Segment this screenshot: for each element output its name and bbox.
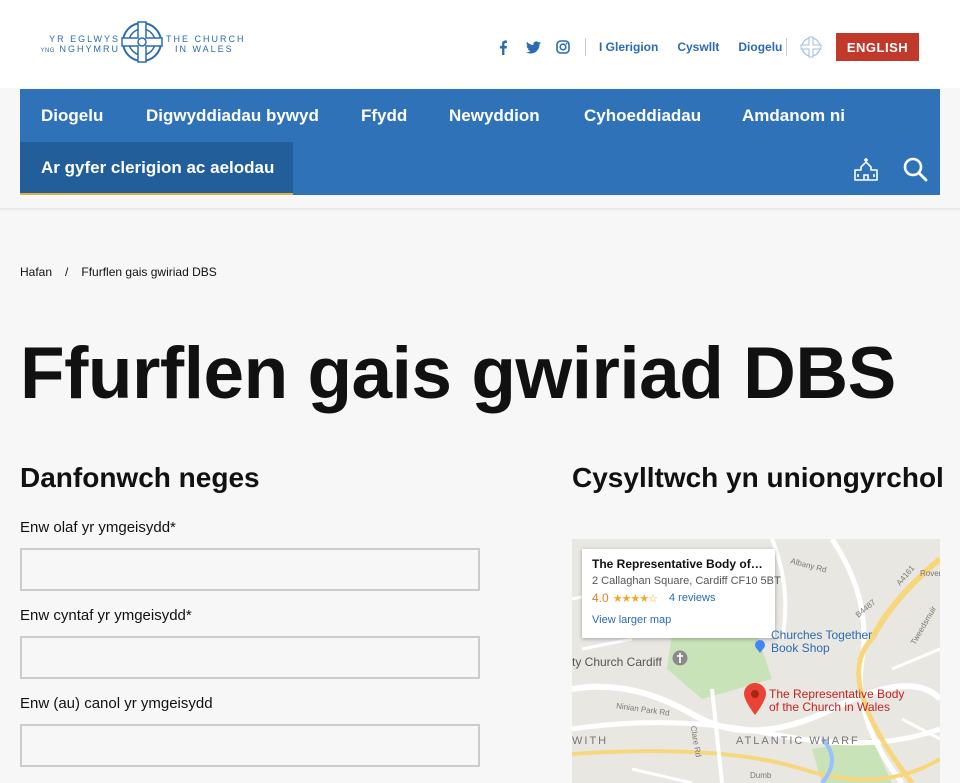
nav-item-clergy-members[interactable]: Ar gyfer clerigion ac aelodau xyxy=(20,142,293,195)
reviews-link[interactable]: 4 reviews xyxy=(669,592,715,604)
nav-item-news[interactable]: Newyddion xyxy=(449,89,540,142)
logo-welsh-line1: YR EGLWYS xyxy=(49,34,120,44)
nav-item-publications[interactable]: Cyhoeddiadau xyxy=(584,89,701,142)
utility-link-contact[interactable]: Cyswllt xyxy=(677,40,719,54)
divider xyxy=(786,38,787,56)
instagram-icon[interactable] xyxy=(555,39,571,55)
map-label-destination[interactable]: The Representative Body of the Church in… xyxy=(769,688,904,714)
nav-item-about[interactable]: Amdanom ni xyxy=(742,89,845,142)
map-label-road-7: Rover xyxy=(920,569,940,578)
social-links xyxy=(495,36,571,58)
nav-item-life-events[interactable]: Digwyddiadau bywyd xyxy=(146,89,319,142)
main-navigation: Diogelu Digwyddiadau bywyd Ffydd Newyddi… xyxy=(20,89,940,195)
logo-english-text: THE CHURCH IN WALES xyxy=(166,34,256,54)
search-icon[interactable] xyxy=(902,156,928,182)
church-icon[interactable] xyxy=(853,156,879,182)
view-larger-map-link[interactable]: View larger map xyxy=(592,614,765,626)
page-title: Ffurflen gais gwiriad DBS xyxy=(20,333,896,414)
middle-name-label: Enw (au) canol yr ymgeisydd xyxy=(20,695,213,712)
embedded-map[interactable]: The Representative Body of th... 2 Calla… xyxy=(572,539,940,783)
first-name-input[interactable] xyxy=(20,636,480,679)
star-rating-icon: ★★★★☆ xyxy=(612,592,658,605)
twitter-icon[interactable] xyxy=(525,39,541,55)
english-language-button[interactable]: ENGLISH xyxy=(836,33,919,61)
utility-links: I Glerigion Cyswllt Diogelu xyxy=(599,36,782,58)
contact-heading: Cysylltwch yn uniongyrchol xyxy=(572,462,944,493)
destination-label-line2: of the Church in Wales xyxy=(769,700,890,714)
destination-label-line1: The Representative Body xyxy=(769,687,905,701)
map-label-road-8: Dumb xyxy=(750,771,772,780)
place-rating-row: 4.0 ★★★★☆ 4 reviews xyxy=(592,591,765,605)
site-logo[interactable]: YR EGLWYS YNG NGHYMRU THE CHURCH IN WALE… xyxy=(40,20,250,68)
facebook-icon[interactable] xyxy=(495,39,511,55)
first-name-label: Enw cyntaf yr ymgeisydd* xyxy=(20,607,192,624)
nav-item-diogelu[interactable]: Diogelu xyxy=(41,89,103,142)
utility-link-clergy[interactable]: I Glerigion xyxy=(599,40,658,54)
breadcrumb-home[interactable]: Hafan xyxy=(20,265,52,279)
header-shadow xyxy=(0,208,960,212)
map-label-shop[interactable]: Churches Together Book Shop xyxy=(771,629,872,655)
divider xyxy=(585,38,586,56)
welsh-cross-icon xyxy=(800,36,822,58)
breadcrumb-current: Ffurflen gais gwiriad DBS xyxy=(81,265,217,279)
celtic-cross-icon xyxy=(121,21,163,63)
middle-name-input[interactable] xyxy=(20,724,480,767)
place-address: 2 Callaghan Square, Cardiff CF10 5BT xyxy=(592,575,781,587)
breadcrumb-separator: / xyxy=(65,265,69,279)
nav-item-faith[interactable]: Ffydd xyxy=(361,89,407,142)
site-header: YR EGLWYS YNG NGHYMRU THE CHURCH IN WALE… xyxy=(0,0,960,88)
shop-label-line2: Book Shop xyxy=(771,641,830,655)
logo-welsh-text: YR EGLWYS YNG NGHYMRU xyxy=(40,34,120,56)
logo-english-line2: IN WALES xyxy=(175,44,234,54)
map-label-district: ATLANTIC WHARF xyxy=(736,735,860,747)
location-pin-icon[interactable] xyxy=(744,683,766,715)
form-heading: Danfonwch neges xyxy=(20,462,260,493)
shop-label-line1: Churches Together xyxy=(771,628,873,642)
map-label-district-2: WITH xyxy=(572,735,609,747)
logo-welsh-small: YNG xyxy=(40,48,55,54)
place-name: The Representative Body of th... xyxy=(592,557,765,571)
logo-english-line1: THE CHURCH xyxy=(166,34,246,44)
rating-value: 4.0 xyxy=(592,591,609,605)
church-pin-icon[interactable] xyxy=(672,650,688,668)
last-name-label: Enw olaf yr ymgeisydd* xyxy=(20,519,176,536)
place-info-card: The Representative Body of th... 2 Calla… xyxy=(582,549,781,638)
logo-welsh-line2: NGHYMRU xyxy=(59,44,120,54)
last-name-input[interactable] xyxy=(20,548,480,591)
breadcrumb: Hafan / Ffurflen gais gwiriad DBS xyxy=(20,265,217,279)
utility-link-safeguarding[interactable]: Diogelu xyxy=(738,40,782,54)
map-label-church[interactable]: ty Church Cardiff xyxy=(572,655,662,669)
shop-pin-icon[interactable] xyxy=(753,639,767,653)
